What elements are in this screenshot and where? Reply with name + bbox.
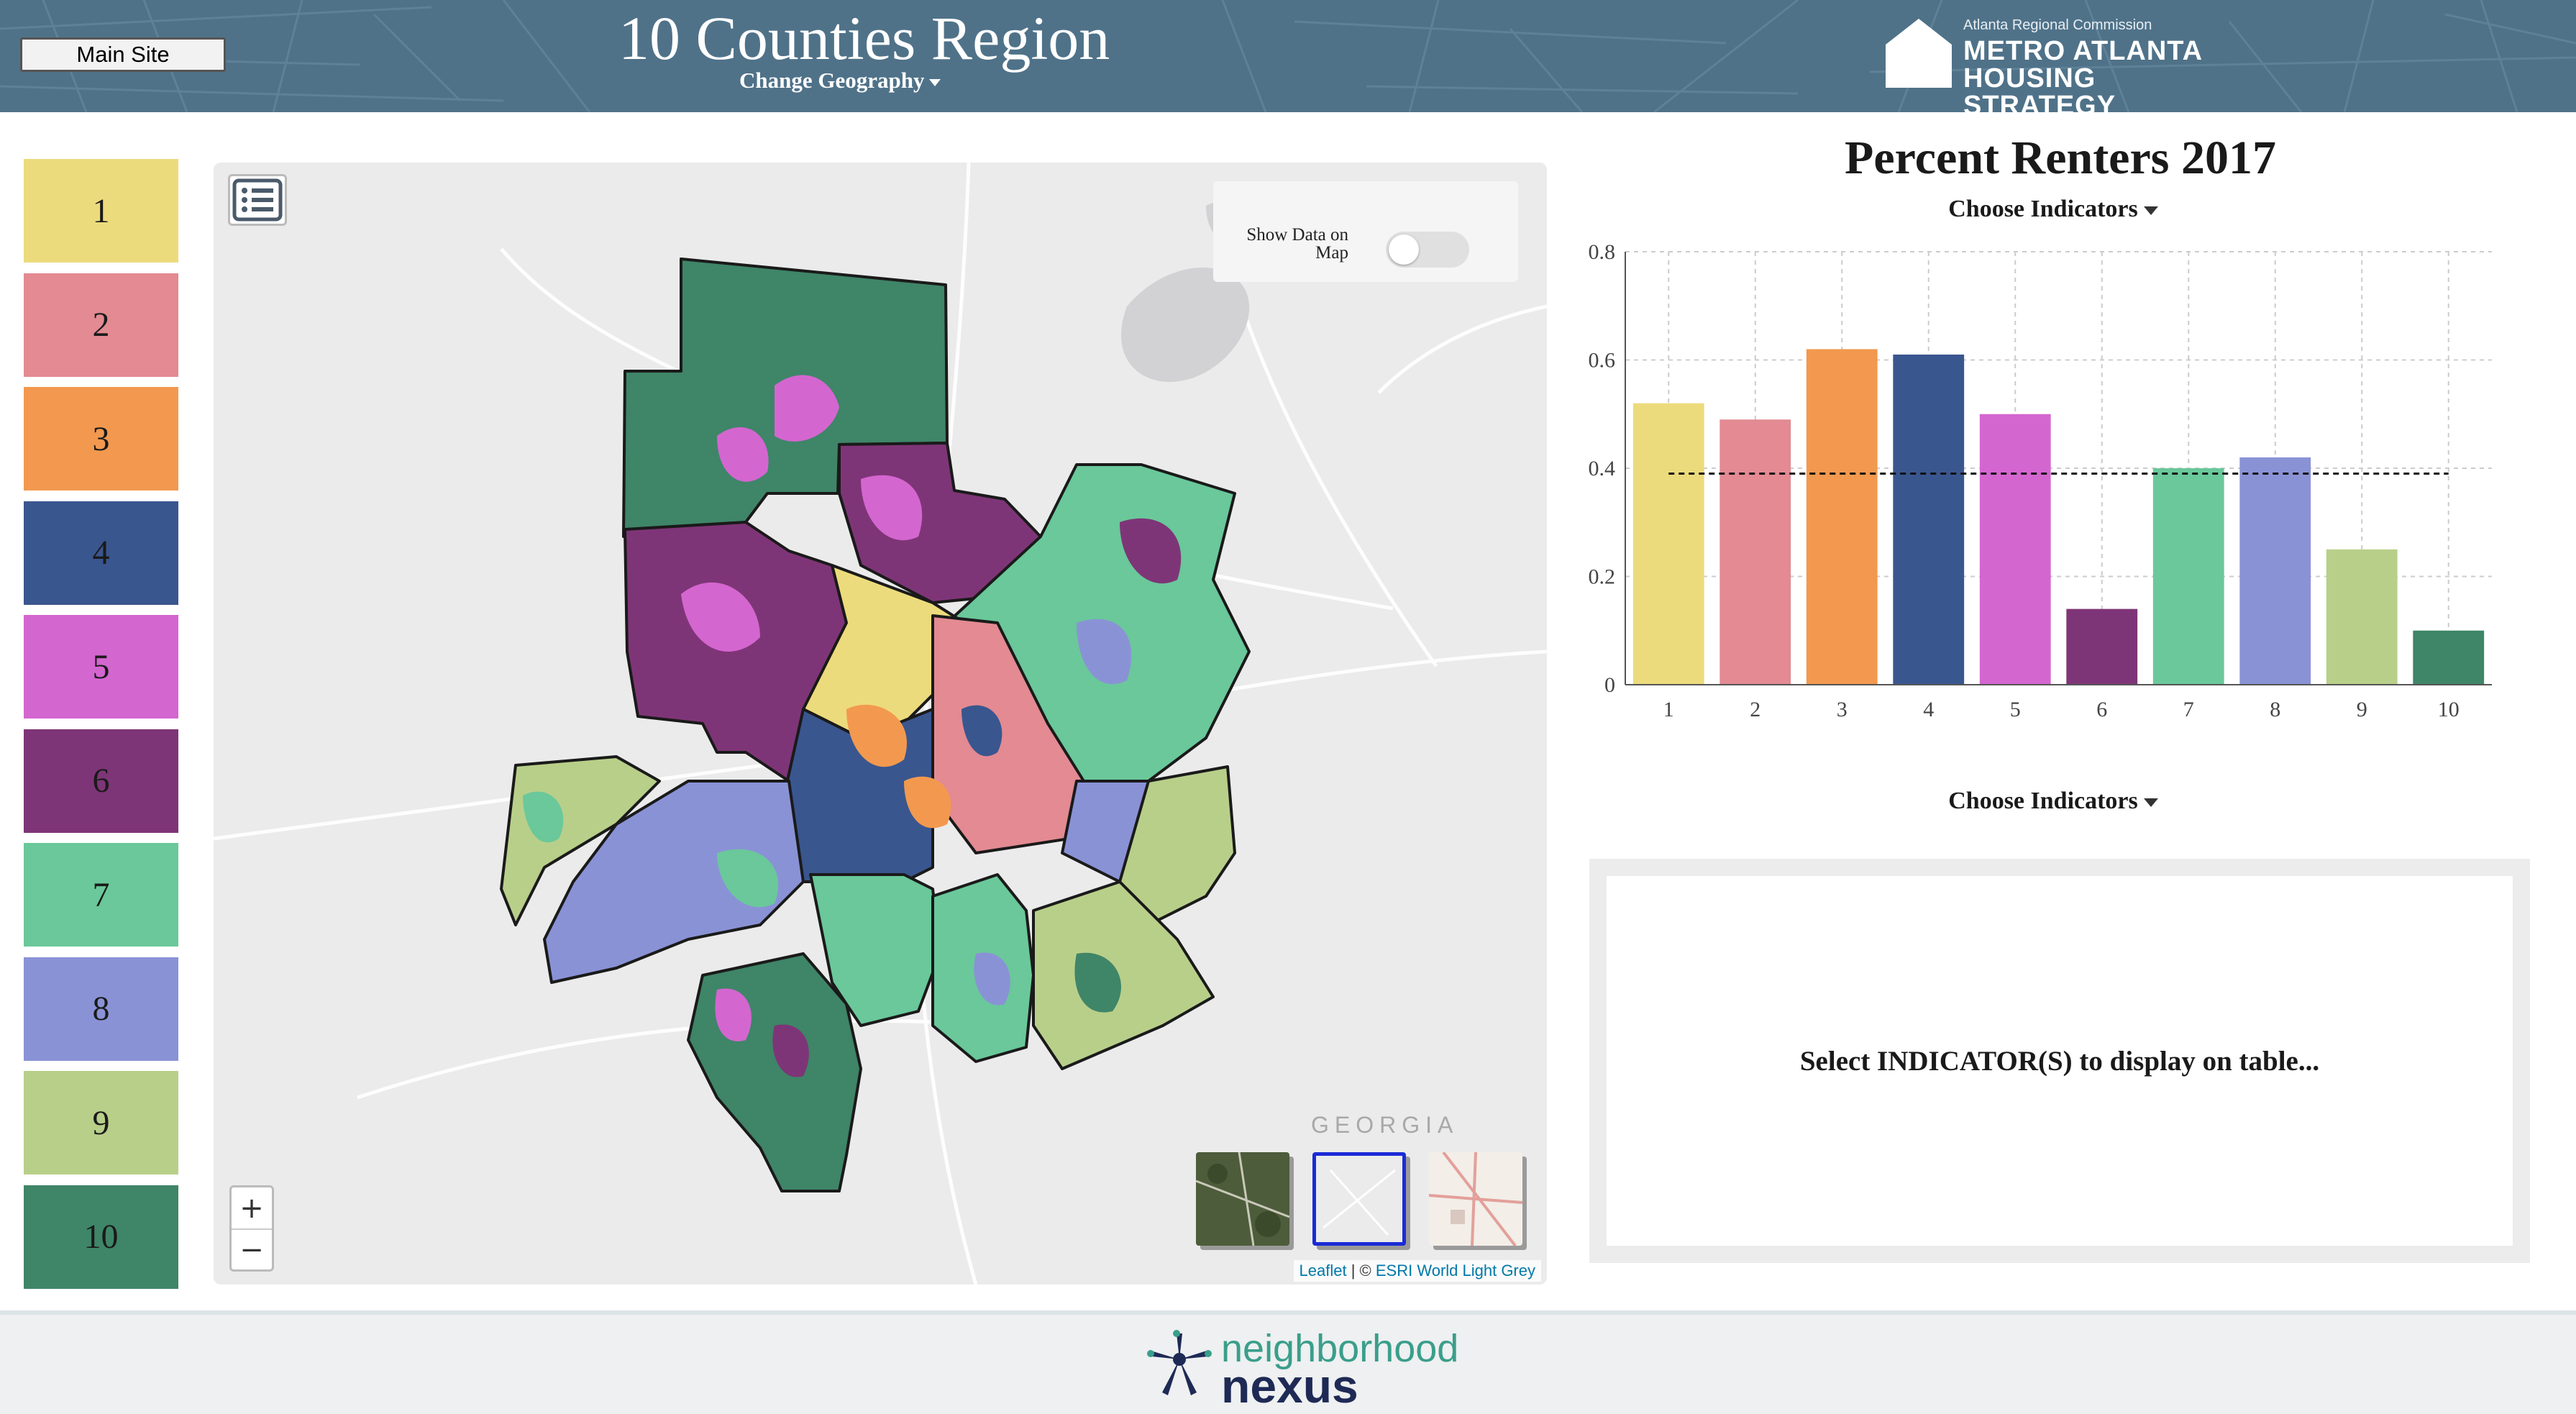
region-map[interactable]: GEORGIA Show Data on Map + − Leaflet | ©… — [214, 163, 1547, 1285]
table-choose-indicators-label: Choose Indicators — [1948, 788, 2138, 814]
caret-down-icon — [2143, 206, 2158, 216]
leaflet-link[interactable]: Leaflet — [1300, 1262, 1347, 1280]
site-footer: neighborhood nexus — [0, 1310, 2576, 1414]
bar — [2152, 468, 2224, 685]
class-legend: 1 2 3 4 5 6 7 8 9 10 — [24, 159, 178, 1299]
bar — [2413, 630, 2485, 685]
y-tick-label: 0.6 — [1589, 349, 1616, 373]
legend-item-6[interactable]: 6 — [24, 729, 178, 833]
street-basemap-icon[interactable] — [1429, 1152, 1522, 1246]
legend-item-8[interactable]: 8 — [24, 957, 178, 1061]
bar — [2326, 549, 2398, 685]
georgia-map-label: GEORGIA — [1311, 1112, 1459, 1138]
change-geography-label: Change Geography — [739, 68, 925, 93]
show-data-label: Show Data on Map — [1246, 225, 1348, 263]
x-tick-label: 9 — [2357, 698, 2367, 721]
y-tick-label: 0.8 — [1589, 240, 1616, 264]
x-tick-label: 10 — [2438, 698, 2459, 721]
legend-item-1[interactable]: 1 — [24, 159, 178, 263]
esri-link[interactable]: ESRI World Light Grey — [1376, 1262, 1535, 1280]
y-tick-label: 0.4 — [1589, 457, 1616, 480]
satellite-basemap-icon[interactable] — [1196, 1152, 1289, 1246]
main-site-button[interactable]: Main Site — [20, 37, 226, 72]
map-attribution: Leaflet | © ESRI World Light Grey — [1293, 1260, 1541, 1282]
region-title: 10 Counties Region — [618, 4, 1110, 73]
caret-down-icon — [2143, 798, 2158, 808]
bar — [1979, 414, 2051, 685]
chart-title: Percent Renters 2017 — [1845, 132, 2276, 184]
logo-line-1: METRO ATLANTA — [1963, 36, 2203, 66]
bar — [1632, 403, 1704, 685]
table-choose-indicators[interactable]: Choose Indicators — [1909, 788, 2197, 815]
bar-chart: 0 0.2 0.4 0.6 0.8 1 2 3 4 5 6 7 8 9 10 — [1589, 240, 2492, 721]
show-data-toggle[interactable] — [1386, 232, 1469, 268]
zoom-in-button[interactable]: + — [232, 1187, 272, 1228]
x-tick-label: 5 — [2010, 698, 2021, 721]
legend-item-4[interactable]: 4 — [24, 501, 178, 605]
chart-choose-indicators[interactable]: Choose Indicators — [1909, 196, 2197, 223]
bar — [1893, 354, 1965, 685]
caret-down-icon — [928, 78, 941, 86]
x-tick-label: 3 — [1837, 698, 1847, 721]
nexus-star-icon — [1147, 1330, 1212, 1395]
show-data-panel: Show Data on Map — [1213, 181, 1518, 282]
footer-logo-line-2: nexus — [1221, 1359, 1358, 1413]
indicator-table: Select INDICATOR(S) to display on table.… — [1589, 859, 2530, 1263]
bar — [2239, 457, 2311, 685]
county-southeast — [1032, 880, 1215, 1070]
x-tick-label: 2 — [1750, 698, 1760, 721]
legend-item-5[interactable]: 5 — [24, 615, 178, 719]
layers-toggle-button[interactable] — [228, 174, 287, 226]
legend-item-2[interactable]: 2 — [24, 273, 178, 377]
chart-choose-indicators-label: Choose Indicators — [1948, 196, 2138, 222]
y-tick-label: 0 — [1604, 673, 1615, 697]
light-grey-basemap-icon[interactable] — [1312, 1152, 1406, 1246]
bar — [1719, 419, 1791, 685]
attribution-separator: | © — [1346, 1262, 1376, 1280]
zoom-control: + − — [229, 1185, 274, 1272]
house-icon — [1886, 19, 1952, 88]
x-tick-label: 7 — [2183, 698, 2194, 721]
y-tick-label: 0.2 — [1589, 565, 1616, 589]
change-geography-dropdown[interactable]: Change Geography — [739, 68, 941, 93]
neighborhood-nexus-logo[interactable]: neighborhood nexus — [1143, 1329, 1458, 1413]
housing-strategy-logo[interactable]: Atlanta Regional Commission METRO ATLANT… — [1886, 16, 2245, 112]
logo-org-name: Atlanta Regional Commission — [1963, 17, 2152, 33]
legend-item-10[interactable]: 10 — [24, 1185, 178, 1289]
legend-item-3[interactable]: 3 — [24, 387, 178, 491]
legend-item-7[interactable]: 7 — [24, 843, 178, 947]
site-header: Main Site 10 Counties Region Change Geog… — [0, 0, 2576, 112]
logo-line-2: HOUSING STRATEGY — [1963, 63, 2116, 112]
bar — [1806, 349, 1878, 685]
x-tick-label: 4 — [1923, 698, 1934, 721]
x-tick-label: 1 — [1663, 698, 1674, 721]
list-icon — [232, 178, 283, 222]
x-tick-label: 6 — [2096, 698, 2107, 721]
legend-item-9[interactable]: 9 — [24, 1071, 178, 1174]
toggle-knob — [1389, 234, 1419, 265]
bar — [2066, 608, 2138, 685]
table-empty-message: Select INDICATOR(S) to display on table.… — [1799, 1045, 2320, 1077]
x-tick-label: 8 — [2270, 698, 2280, 721]
zoom-out-button[interactable]: − — [232, 1228, 272, 1269]
